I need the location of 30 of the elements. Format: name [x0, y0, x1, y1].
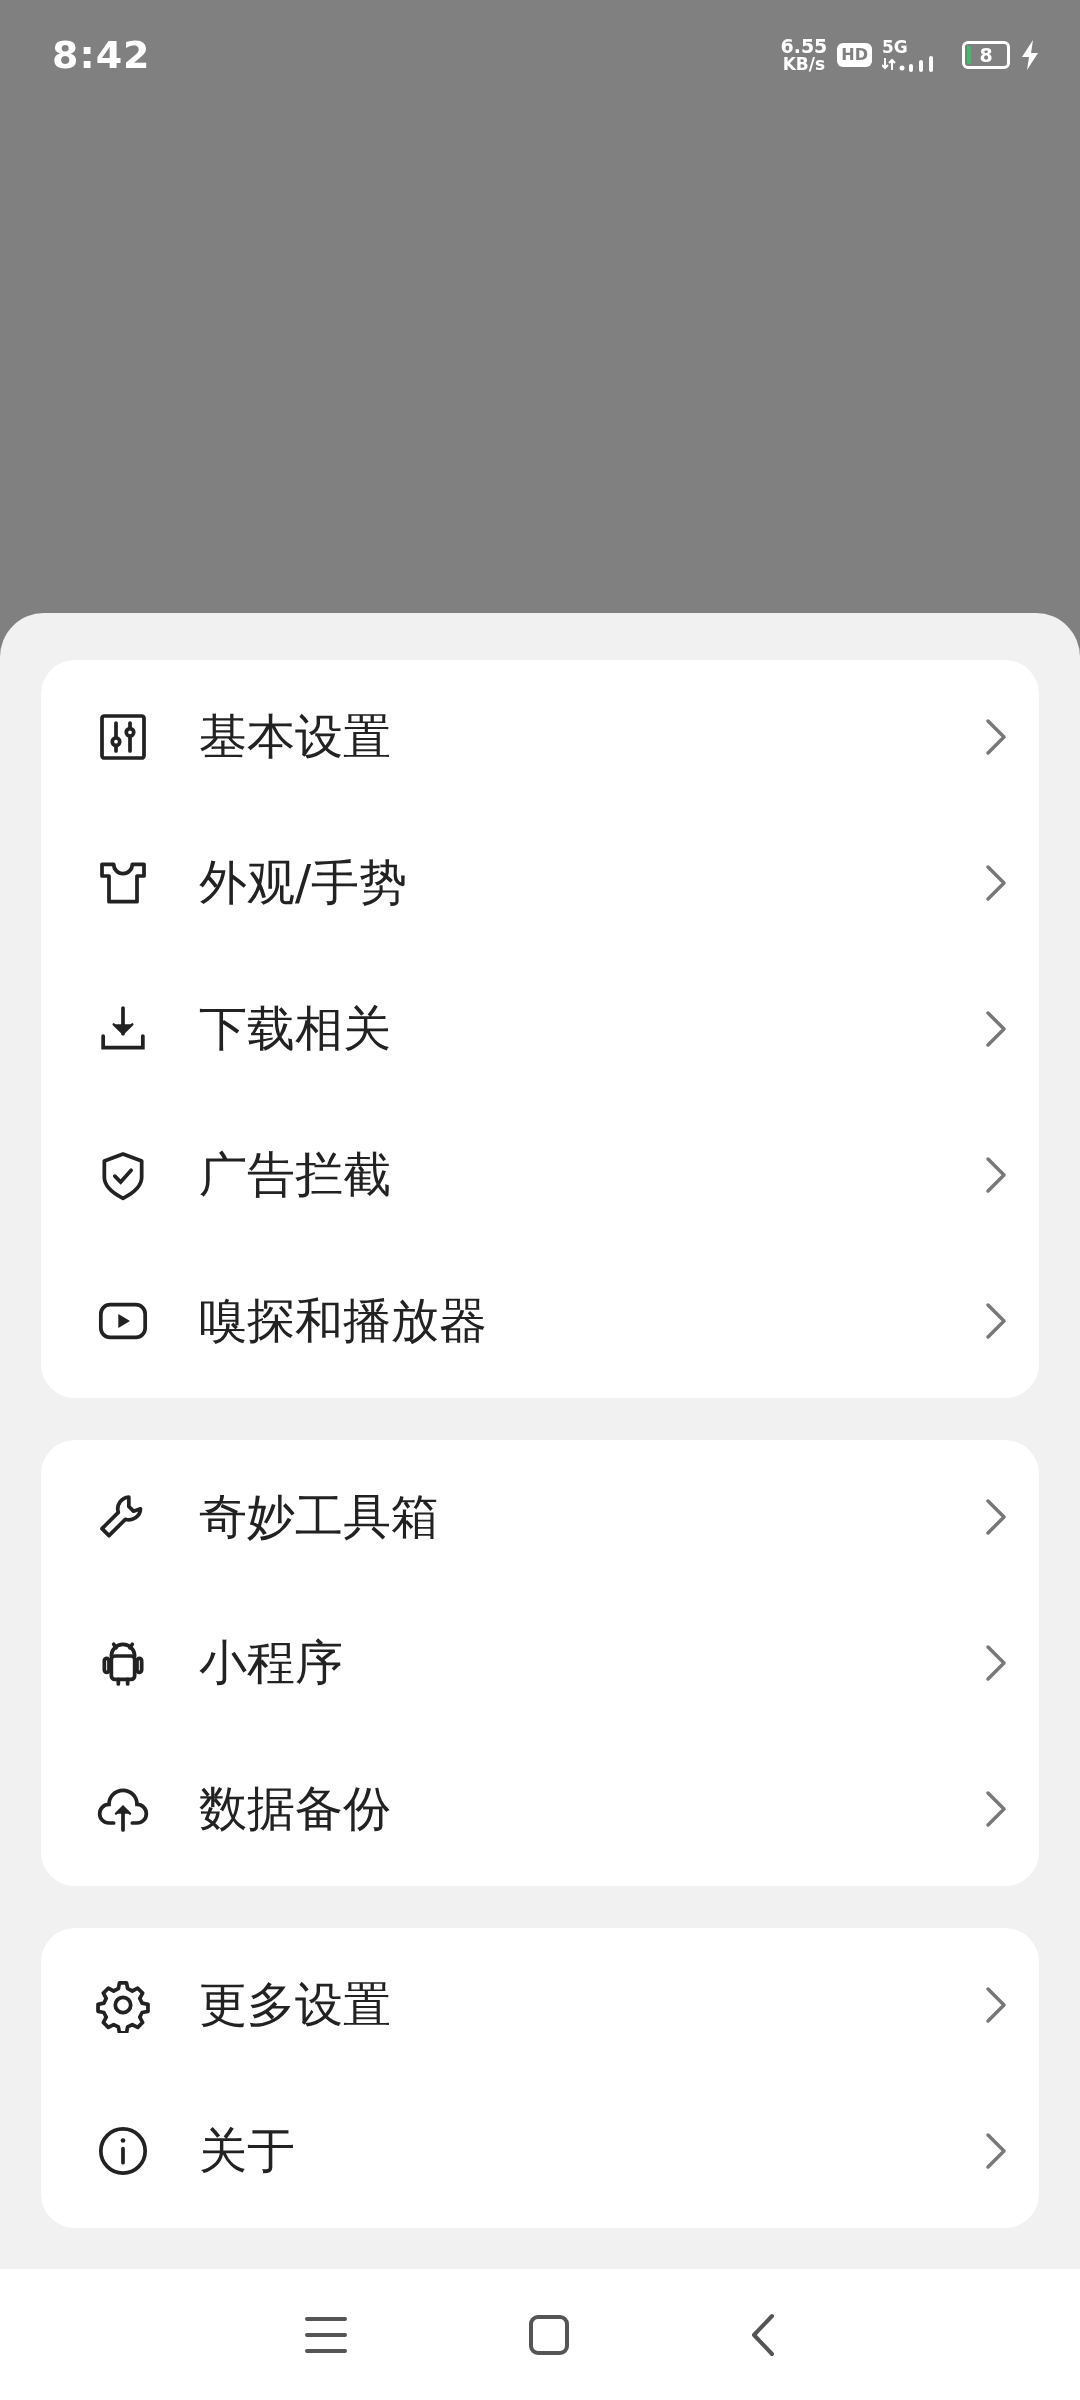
chevron-right-icon: [985, 1498, 1007, 1536]
network-speed-unit: KB/s: [782, 56, 826, 73]
menu-icon[interactable]: [304, 2314, 348, 2355]
menu-item[interactable]: 基本设置: [41, 664, 1039, 810]
menu-item[interactable]: 奇妙工具箱: [41, 1444, 1039, 1590]
chevron-right-icon: [985, 1302, 1007, 1340]
menu-item[interactable]: 嗅探和播放器: [41, 1248, 1039, 1394]
menu-item[interactable]: 关于: [41, 2078, 1039, 2224]
clock-time: 8:42: [52, 33, 151, 77]
network-type: 5G: [882, 38, 908, 56]
chevron-right-icon: [985, 1644, 1007, 1682]
menu-item[interactable]: 外观/手势: [41, 810, 1039, 956]
chevron-right-icon: [985, 2132, 1007, 2170]
chevron-right-icon: [985, 864, 1007, 902]
menu-item[interactable]: 数据备份: [41, 1736, 1039, 1882]
chevron-right-icon: [985, 1156, 1007, 1194]
hd-badge: HD: [837, 43, 872, 67]
menu-item[interactable]: 下载相关: [41, 956, 1039, 1102]
menu-item[interactable]: 广告拦截: [41, 1102, 1039, 1248]
network-speed: 6.55: [780, 37, 828, 56]
chevron-right-icon: [985, 1986, 1007, 2024]
home-icon[interactable]: [528, 2313, 570, 2356]
back-icon[interactable]: [750, 2312, 776, 2357]
menu-item[interactable]: 更多设置: [41, 1932, 1039, 2078]
chevron-right-icon: [985, 1010, 1007, 1048]
charging-icon: [1020, 40, 1040, 70]
chevron-right-icon: [985, 1790, 1007, 1828]
battery-level: 8: [979, 45, 993, 65]
chevron-right-icon: [985, 718, 1007, 756]
menu-item[interactable]: 小程序: [41, 1590, 1039, 1736]
